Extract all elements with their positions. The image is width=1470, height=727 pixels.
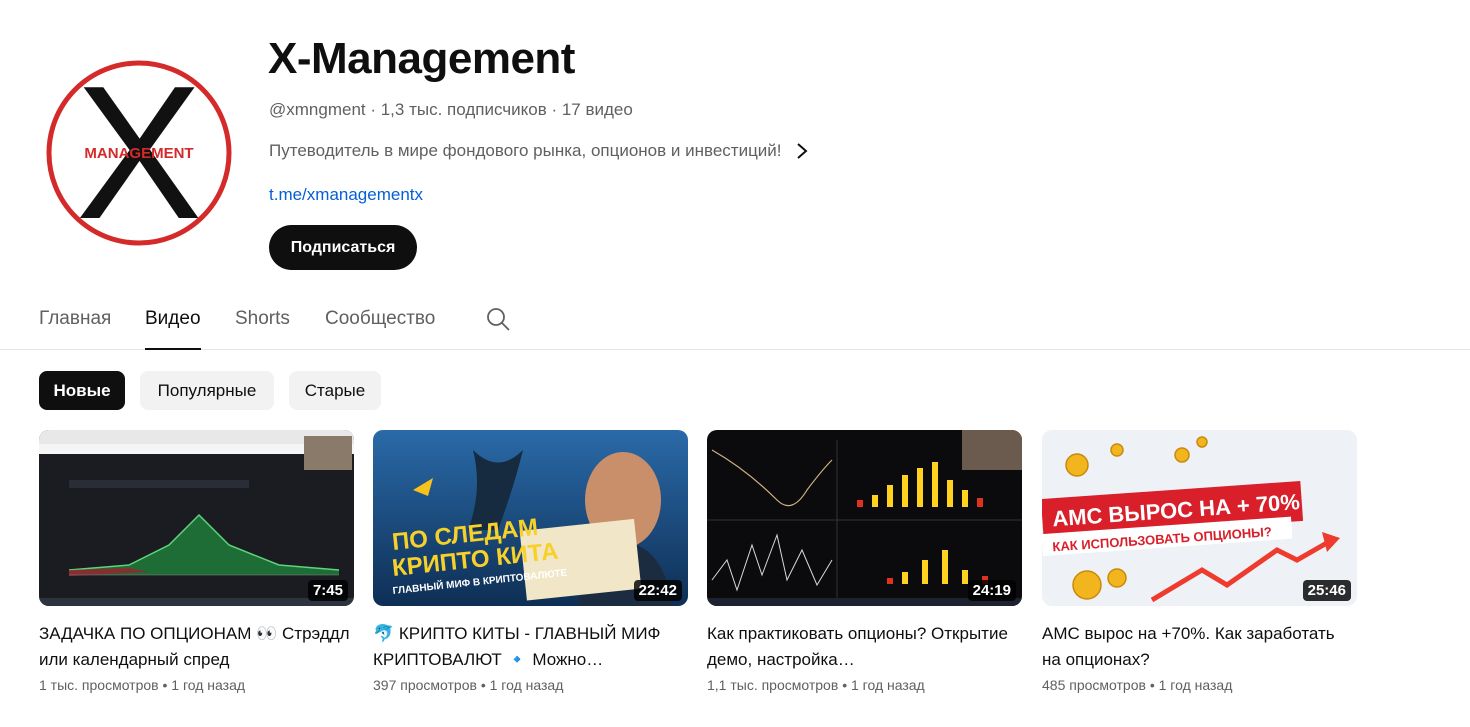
channel-description: Путеводитель в мире фондового рынка, опц… bbox=[269, 141, 782, 160]
video-views: 1,1 тыс. просмотров bbox=[707, 677, 839, 693]
meta-separator: • bbox=[1149, 677, 1155, 693]
video-thumbnail[interactable]: ПО СЛЕДАМ КРИПТО КИТА ГЛАВНЫЙ МИФ В КРИП… bbox=[373, 430, 688, 606]
tab-videos[interactable]: Видео bbox=[145, 308, 201, 350]
meta-separator: • bbox=[480, 677, 486, 693]
video-title[interactable]: AMC вырос на +70%. Как заработать на опц… bbox=[1042, 621, 1357, 673]
video-duration: 25:46 bbox=[1302, 580, 1351, 601]
tab-community[interactable]: Сообщество bbox=[325, 308, 435, 350]
video-meta: 1 тыс. просмотров • 1 год назад bbox=[39, 677, 354, 693]
video-title[interactable]: ЗАДАЧКА ПО ОПЦИОНАМ 👀 Стрэддл или календ… bbox=[39, 621, 354, 673]
search-icon[interactable] bbox=[485, 306, 511, 332]
channel-avatar: X MANAGEMENT bbox=[46, 47, 232, 259]
channel-title: X-Management bbox=[268, 34, 575, 83]
meta-separator: • bbox=[842, 677, 848, 693]
video-duration: 24:19 bbox=[967, 580, 1016, 601]
video-duration: 22:42 bbox=[633, 580, 682, 601]
video-views: 1 тыс. просмотров bbox=[39, 677, 159, 693]
video-views: 397 просмотров bbox=[373, 677, 477, 693]
meta-separator: • bbox=[162, 677, 168, 693]
video-thumbnail[interactable]: AMC ВЫРОС НА + 70% КАК ИСПОЛЬЗОВАТЬ ОПЦИ… bbox=[1042, 430, 1357, 606]
video-card[interactable]: 7:45 ЗАДАЧКА ПО ОПЦИОНАМ 👀 Стрэддл или к… bbox=[39, 430, 354, 693]
video-card[interactable]: ПО СЛЕДАМ КРИПТО КИТА ГЛАВНЫЙ МИФ В КРИП… bbox=[373, 430, 688, 693]
video-age: 1 год назад bbox=[1158, 677, 1233, 693]
tab-home[interactable]: Главная bbox=[39, 308, 111, 350]
tab-shorts[interactable]: Shorts bbox=[235, 308, 290, 350]
chevron-right-icon[interactable] bbox=[796, 142, 808, 160]
channel-description-row[interactable]: Путеводитель в мире фондового рынка, опц… bbox=[269, 141, 808, 161]
video-title[interactable]: 🐬 КРИПТО КИТЫ - ГЛАВНЫЙ МИФ КРИПТОВАЛЮТ … bbox=[373, 621, 688, 673]
video-meta: 485 просмотров • 1 год назад bbox=[1042, 677, 1357, 693]
video-meta: 397 просмотров • 1 год назад bbox=[373, 677, 688, 693]
channel-link[interactable]: t.me/xmanagementx bbox=[269, 185, 423, 205]
chip-oldest[interactable]: Старые bbox=[289, 371, 381, 410]
video-thumbnail[interactable]: 24:19 bbox=[707, 430, 1022, 606]
video-views: 485 просмотров bbox=[1042, 677, 1146, 693]
logo-text: MANAGEMENT bbox=[84, 145, 193, 162]
video-card[interactable]: AMC ВЫРОС НА + 70% КАК ИСПОЛЬЗОВАТЬ ОПЦИ… bbox=[1042, 430, 1357, 693]
video-duration: 7:45 bbox=[307, 580, 348, 601]
video-card[interactable]: 24:19 Как практиковать опционы? Открытие… bbox=[707, 430, 1022, 693]
video-meta: 1,1 тыс. просмотров • 1 год назад bbox=[707, 677, 1022, 693]
chip-popular[interactable]: Популярные bbox=[140, 371, 274, 410]
video-age: 1 год назад bbox=[489, 677, 564, 693]
video-thumbnail[interactable]: 7:45 bbox=[39, 430, 354, 606]
chip-newest[interactable]: Новые bbox=[39, 371, 125, 410]
video-age: 1 год назад bbox=[171, 677, 246, 693]
channel-tabs: Главная Видео Shorts Сообщество bbox=[0, 290, 1470, 350]
video-age: 1 год назад bbox=[850, 677, 925, 693]
subscribe-button[interactable]: Подписаться bbox=[269, 225, 417, 270]
channel-meta: @xmngment · 1,3 тыс. подписчиков · 17 ви… bbox=[269, 100, 633, 119]
video-title[interactable]: Как практиковать опционы? Открытие демо,… bbox=[707, 621, 1022, 673]
